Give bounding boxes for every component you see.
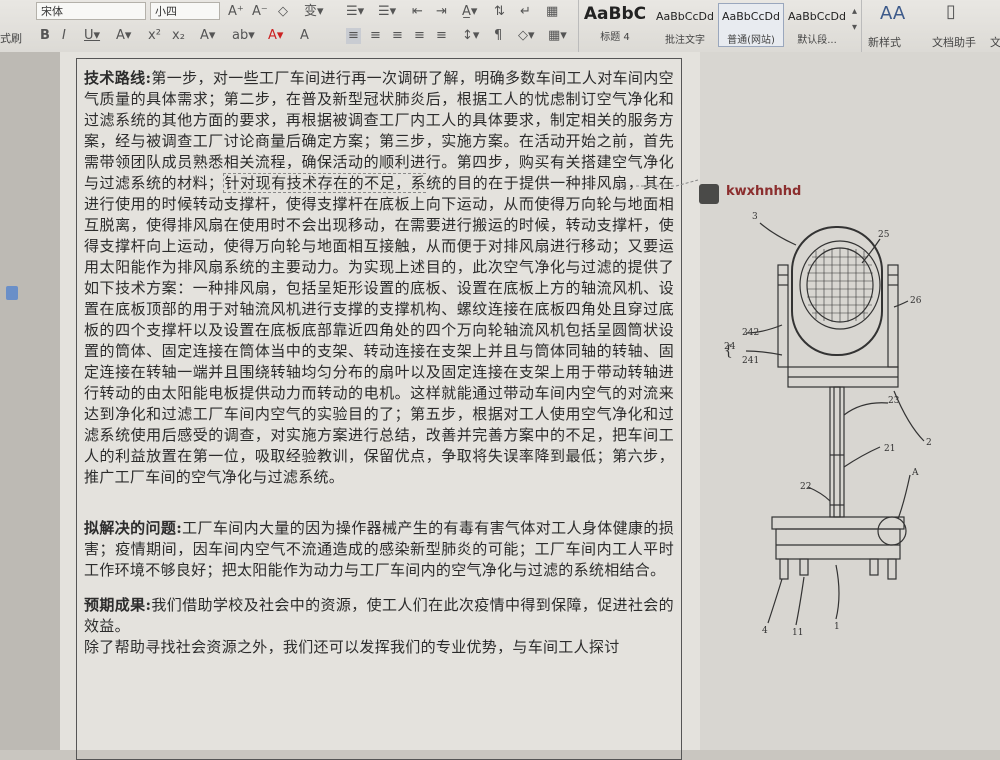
comment-highlight[interactable]: 针对现有技术存在的不足，系	[223, 173, 427, 193]
comment-author[interactable]: kwxhnhhd	[726, 184, 801, 199]
doc-helper-icon[interactable]: ▯	[946, 3, 956, 21]
section-label: 预期成果:	[84, 596, 152, 614]
font-size-select[interactable]: 小四	[150, 2, 220, 20]
avatar[interactable]	[699, 184, 719, 204]
document-icon[interactable]	[6, 286, 18, 300]
grow-font-icon[interactable]: A⁺	[228, 4, 244, 20]
new-style-button[interactable]: 新样式	[868, 34, 901, 50]
subscript-icon[interactable]: x₂	[172, 28, 185, 44]
style-heading-4[interactable]: AaBbC 标题 4	[580, 3, 650, 47]
paragraph-expected-results: 预期成果:我们借助学校及社会中的资源，使工人们在此次疫情中得到保障，促进社会的效…	[84, 595, 674, 637]
char-border-icon[interactable]: A	[300, 28, 309, 44]
doc-helper-button[interactable]: 文档助手	[932, 34, 976, 50]
figure-label: 23	[888, 396, 900, 406]
show-marks-icon[interactable]: ↵	[520, 4, 531, 20]
figure-label: A	[911, 468, 919, 478]
new-style-icon[interactable]: AA	[880, 5, 905, 23]
figure-label: 26	[910, 296, 922, 306]
paragraph-icon[interactable]: ¶	[494, 28, 502, 44]
italic-icon[interactable]: I	[62, 28, 66, 44]
section-label: 技术路线:	[84, 69, 152, 87]
figure-label: 22	[800, 482, 811, 492]
cut-off-label: 文	[990, 36, 1000, 49]
figure-label: 25	[878, 230, 890, 240]
fan-patent-figure: 3 25 26 242 24 241 23 2 21 22 A 4 11 1 {	[724, 212, 932, 638]
strikethrough-icon[interactable]: A▾	[116, 28, 131, 44]
comment-connector	[636, 179, 699, 187]
pinyin-icon[interactable]: 变▾	[304, 4, 324, 20]
style-name: 批注文字	[665, 35, 705, 46]
paragraph-text: 我们借助学校及社会中的资源，使工人们在此次疫情中得到保障，促进社会的效益。	[84, 596, 674, 635]
line-spacing-icon[interactable]: ↕▾	[462, 28, 479, 44]
style-comment-text[interactable]: AaBbCcDd 批注文字	[652, 3, 718, 47]
style-name: 普通(网站)	[727, 35, 775, 46]
style-preview: AaBbCcDd	[656, 10, 714, 23]
char-spacing-icon[interactable]: A̲▾	[462, 4, 477, 20]
distribute-icon[interactable]: ≡	[436, 28, 447, 44]
figure-label: 21	[884, 444, 895, 454]
align-right-icon[interactable]: ≡	[392, 28, 403, 44]
shading-icon[interactable]: ◇▾	[518, 28, 535, 44]
highlight-icon[interactable]: ab▾	[232, 28, 255, 44]
figure-label: 1	[834, 622, 840, 632]
underline-icon[interactable]: U▾	[84, 28, 100, 44]
text-effect-icon[interactable]: A▾	[200, 28, 215, 44]
style-name: 标题 4	[600, 32, 630, 43]
clear-format-icon[interactable]: ◇	[278, 4, 288, 20]
superscript-icon[interactable]: x²	[148, 28, 161, 44]
indent-icon[interactable]: ⇥	[436, 4, 447, 20]
justify-icon[interactable]: ≡	[414, 28, 425, 44]
font-name-select[interactable]: 宋体	[36, 2, 146, 20]
font-color-icon[interactable]: A▾	[268, 28, 283, 44]
style-preview: AaBbCcDd	[722, 10, 780, 23]
figure-label: 2	[926, 438, 932, 448]
table-icon[interactable]: ▦	[546, 4, 558, 20]
left-gutter	[0, 52, 60, 750]
paragraph-problems: 拟解决的问题:工厂车间内大量的因为操作器械产生的有毒有害气体对工人身体健康的损害…	[84, 518, 674, 581]
bracket-glyph: {	[724, 343, 733, 359]
shrink-font-icon[interactable]: A⁻	[252, 4, 268, 20]
paragraph-continued: 除了帮助寻找社会资源之外，我们还可以发挥我们的专业优势，与车间工人探讨	[84, 638, 620, 656]
paragraph-text: 统的目的在于提供一种排风扇，其在进行使用的时候转动支撑杆，使得支撑杆在底板上向下…	[84, 174, 674, 486]
align-left-icon[interactable]: ≡	[346, 28, 361, 44]
style-preview: AaBbCcDd	[788, 10, 846, 23]
figure-label: 11	[792, 628, 803, 638]
figure-label: 4	[762, 626, 768, 636]
style-preview: AaBbC	[583, 4, 647, 24]
border-icon[interactable]: ▦▾	[548, 28, 567, 44]
section-label: 拟解决的问题:	[84, 519, 183, 537]
format-painter-label[interactable]: 式刷	[0, 30, 22, 46]
outdent-icon[interactable]: ⇤	[412, 4, 423, 20]
style-default-paragraph[interactable]: AaBbCcDd 默认段...	[784, 3, 850, 47]
ribbon-toolbar: 式刷 宋体 小四 A⁺ A⁻ ◇ 变▾ ☰▾ ☰▾ ⇤ ⇥ A̲▾ ⇅ ↵ ▦ …	[0, 0, 1000, 53]
sort-icon[interactable]: ⇅	[494, 4, 505, 20]
align-center-icon[interactable]: ≡	[370, 28, 381, 44]
style-name: 默认段...	[797, 35, 837, 46]
numbered-list-icon[interactable]: ☰▾	[378, 4, 396, 20]
bullet-list-icon[interactable]: ☰▾	[346, 4, 364, 20]
paragraph-technical-route: 技术路线:第一步，对一些工厂车间进行再一次调研了解，明确多数车间工人对车间内空气…	[84, 68, 674, 488]
style-normal-web[interactable]: AaBbCcDd 普通(网站)	[718, 3, 784, 47]
document-body[interactable]: 技术路线:第一步，对一些工厂车间进行再一次调研了解，明确多数车间工人对车间内空气…	[84, 68, 674, 658]
figure-label: 3	[752, 212, 758, 222]
figure-label: 242	[742, 328, 759, 338]
bold-icon[interactable]: B	[40, 28, 50, 44]
gallery-scroll-icon[interactable]: ▴ ▾	[852, 4, 857, 36]
figure-label: 241	[742, 356, 759, 366]
